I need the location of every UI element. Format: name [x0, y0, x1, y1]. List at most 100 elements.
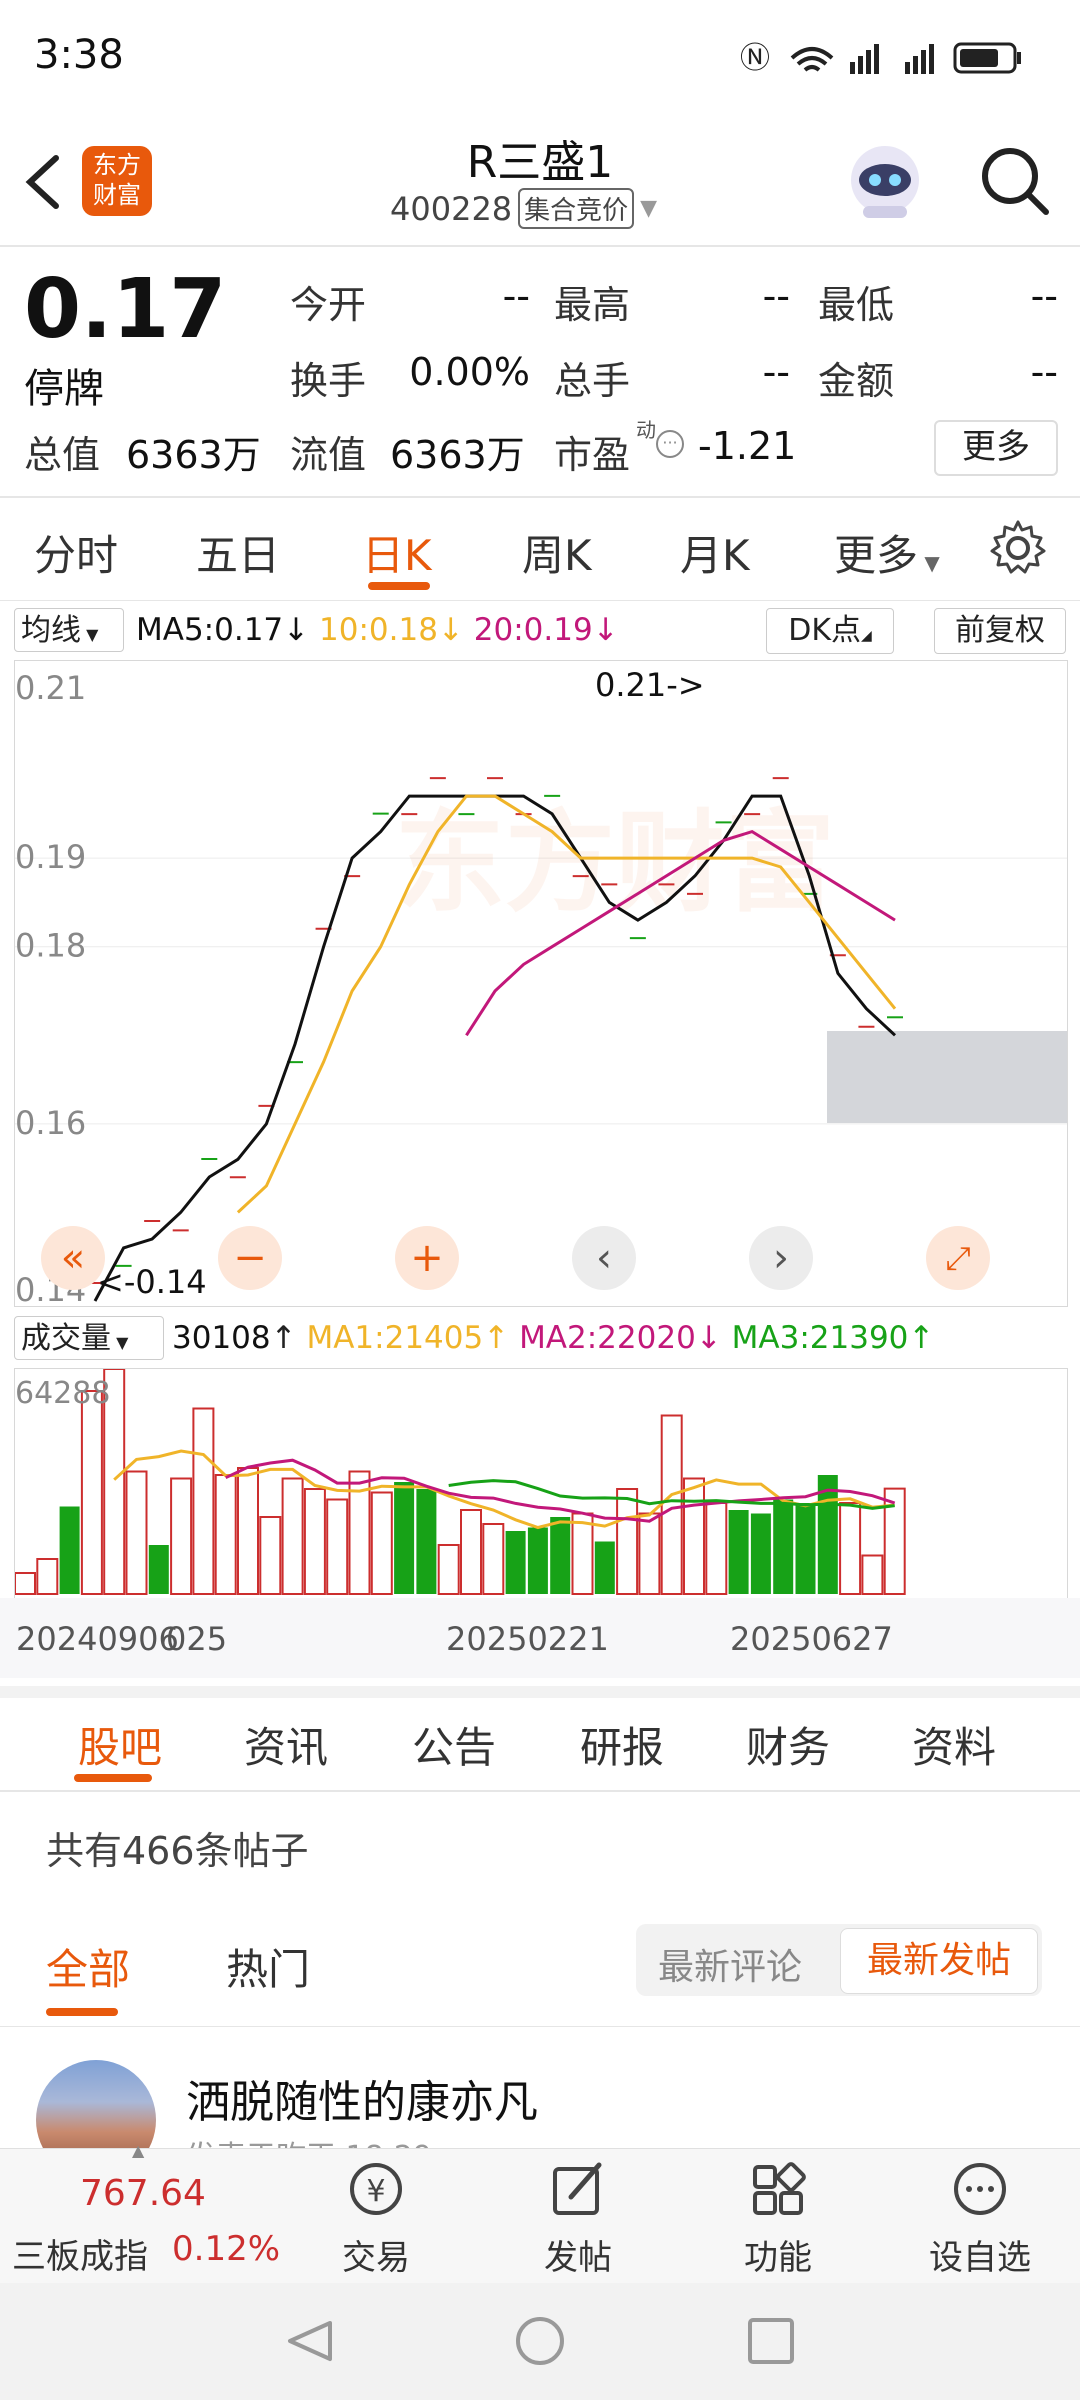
volume-legend: 30108↑ MA1:21405↑ MA2:22020↓ MA3:21390↑ — [172, 1320, 934, 1356]
robot-assistant-icon[interactable] — [843, 140, 927, 224]
post-count: 共有466条帖子 — [46, 1829, 309, 1873]
volume-bar — [80, 1390, 103, 1595]
chevron-left-icon: ‹ — [596, 1235, 612, 1281]
volume-chart-svg: 64288 — [15, 1369, 906, 1596]
tab-guba[interactable]: 股吧 — [78, 1714, 162, 1775]
functions-button[interactable]: 功能 — [718, 2159, 838, 2279]
signal-icon-2 — [905, 44, 934, 74]
arrow-down-icon: ↓ — [592, 612, 619, 648]
fast-backward-button[interactable]: « — [41, 1226, 105, 1290]
search-icon[interactable] — [978, 144, 1052, 218]
total-value: 6363万 — [126, 433, 261, 477]
divider — [0, 245, 1080, 247]
fullscreen-button[interactable]: ⤢ — [926, 1226, 990, 1290]
nav-home-icon — [516, 2317, 564, 2365]
volume-bar — [594, 1541, 615, 1594]
sort-toggle: 最新评论 最新发帖 — [636, 1924, 1042, 1996]
tab-news[interactable]: 资讯 — [244, 1714, 328, 1775]
volume-bar — [839, 1502, 862, 1595]
corner-icon: ◢ — [861, 628, 872, 644]
ma10-value: 10:0.18 — [319, 612, 438, 648]
tab-research[interactable]: 研报 — [580, 1714, 664, 1775]
y-tick-label: 0.19 — [15, 838, 86, 876]
scroll-right-button[interactable]: › — [749, 1226, 813, 1290]
volume-bar — [460, 1509, 482, 1596]
filter-hot[interactable]: 热门 — [226, 1936, 310, 1997]
volume-bar — [192, 1407, 215, 1596]
nfc-icon: Ⓝ — [740, 41, 770, 76]
tab-more[interactable]: 更多 ▼ — [834, 522, 940, 583]
tab-profile[interactable]: 资料 — [912, 1714, 996, 1775]
tab-announcements[interactable]: 公告 — [412, 1714, 496, 1775]
tab-five-day[interactable]: 五日 — [196, 522, 280, 583]
index-name[interactable]: 三板成指 — [12, 2229, 148, 2278]
minus-icon: − — [233, 1235, 267, 1281]
tab-financials[interactable]: 财务 — [746, 1714, 830, 1775]
turnover-value: 0.00% — [409, 350, 530, 394]
post-author[interactable]: 洒脱随性的康亦凡 — [186, 2066, 538, 2130]
arrow-down-icon: ↓ — [695, 1320, 732, 1356]
arrow-down-icon: ↓ — [437, 612, 474, 648]
y-tick-label: 0.18 — [15, 927, 86, 965]
settings-gear-icon[interactable] — [988, 518, 1048, 578]
caret-up-icon: ▲ — [132, 2141, 145, 2160]
filter-all[interactable]: 全部 — [46, 1936, 130, 1997]
tab-daily-k[interactable]: 日K — [362, 522, 432, 583]
trade-button[interactable]: ¥ 交易 — [316, 2159, 436, 2279]
kline-chart[interactable]: 东方财富 0.21 0.19 0.18 0.16 0.14 0.21-> <-0.14 … — [14, 660, 1068, 1307]
ma20-value: 20:0.19 — [473, 612, 593, 648]
volume-bar — [15, 1572, 36, 1596]
total-value-label: 总值 — [24, 433, 101, 477]
post-button[interactable]: 发帖 — [518, 2159, 638, 2279]
float-value-label: 流值 — [290, 433, 367, 477]
divider — [0, 496, 1080, 498]
info-dots-icon[interactable]: ··· — [656, 430, 684, 458]
y-tick-labels: 0.210.190.180.160.14 — [15, 669, 86, 1306]
volume-bar — [705, 1502, 728, 1595]
volume-chart[interactable]: 64288 — [14, 1368, 1068, 1600]
volume-bar — [638, 1512, 661, 1596]
volume-indicator-selector[interactable]: 成交量 ▼ — [14, 1316, 164, 1360]
sort-latest-comment[interactable]: 最新评论 — [658, 1938, 802, 1990]
indicator-selector[interactable]: 均线 ▼ — [14, 608, 124, 652]
bottom-toolbar: ▲ 767.64 三板成指 0.12% ¥ 交易 发帖 功能 设自选 — [0, 2141, 1080, 2284]
add-watchlist-button[interactable]: 设自选 — [920, 2159, 1040, 2279]
auction-tag: 集合竞价 — [518, 188, 635, 229]
volume-bar — [550, 1517, 571, 1594]
app-logo: 东方 财富 — [82, 146, 152, 216]
zoom-in-button[interactable]: + — [395, 1226, 459, 1290]
arrow-up-icon: ↑ — [908, 1320, 935, 1356]
tab-weekly-k[interactable]: 周K — [522, 522, 592, 583]
tab-monthly-k[interactable]: 月K — [680, 522, 750, 583]
volume-bar — [527, 1527, 548, 1594]
volume-bar — [571, 1512, 594, 1596]
volume-bar — [660, 1414, 683, 1595]
expand-icon: ⤢ — [945, 1238, 971, 1277]
wifi-icon — [790, 47, 834, 72]
more-quote-button[interactable]: 更多 — [934, 420, 1058, 476]
volume-bar — [259, 1516, 282, 1595]
active-section-indicator — [74, 1774, 152, 1782]
caret-down-icon: ▼ — [111, 1333, 129, 1352]
high-label: 最高 — [554, 283, 631, 327]
tab-intraday[interactable]: 分时 — [34, 522, 118, 583]
signal-icon-1 — [850, 44, 879, 74]
adjust-mode-button[interactable]: 前复权 — [934, 608, 1066, 654]
index-value[interactable]: 767.64 — [80, 2173, 206, 2214]
zoom-out-button[interactable]: − — [218, 1226, 282, 1290]
index-change: 0.12% — [172, 2229, 281, 2269]
volume-bar — [482, 1523, 505, 1595]
back-icon[interactable] — [22, 152, 62, 212]
y-tick-label: 0.16 — [15, 1104, 86, 1142]
scroll-left-button[interactable]: ‹ — [572, 1226, 636, 1290]
open-value: -- — [502, 274, 530, 318]
volume-bar — [326, 1498, 349, 1595]
volume-bar — [505, 1531, 526, 1594]
system-navigation-bar — [0, 2283, 1080, 2400]
dk-point-button[interactable]: DK点◢ — [766, 608, 894, 654]
sort-latest-post[interactable]: 最新发帖 — [840, 1928, 1038, 1994]
system-nav-svg — [288, 2317, 794, 2365]
active-tab-indicator — [368, 582, 430, 590]
stock-code-row[interactable]: 400228 集合竞价 ▼ — [390, 188, 657, 229]
volume-bar — [281, 1477, 304, 1595]
